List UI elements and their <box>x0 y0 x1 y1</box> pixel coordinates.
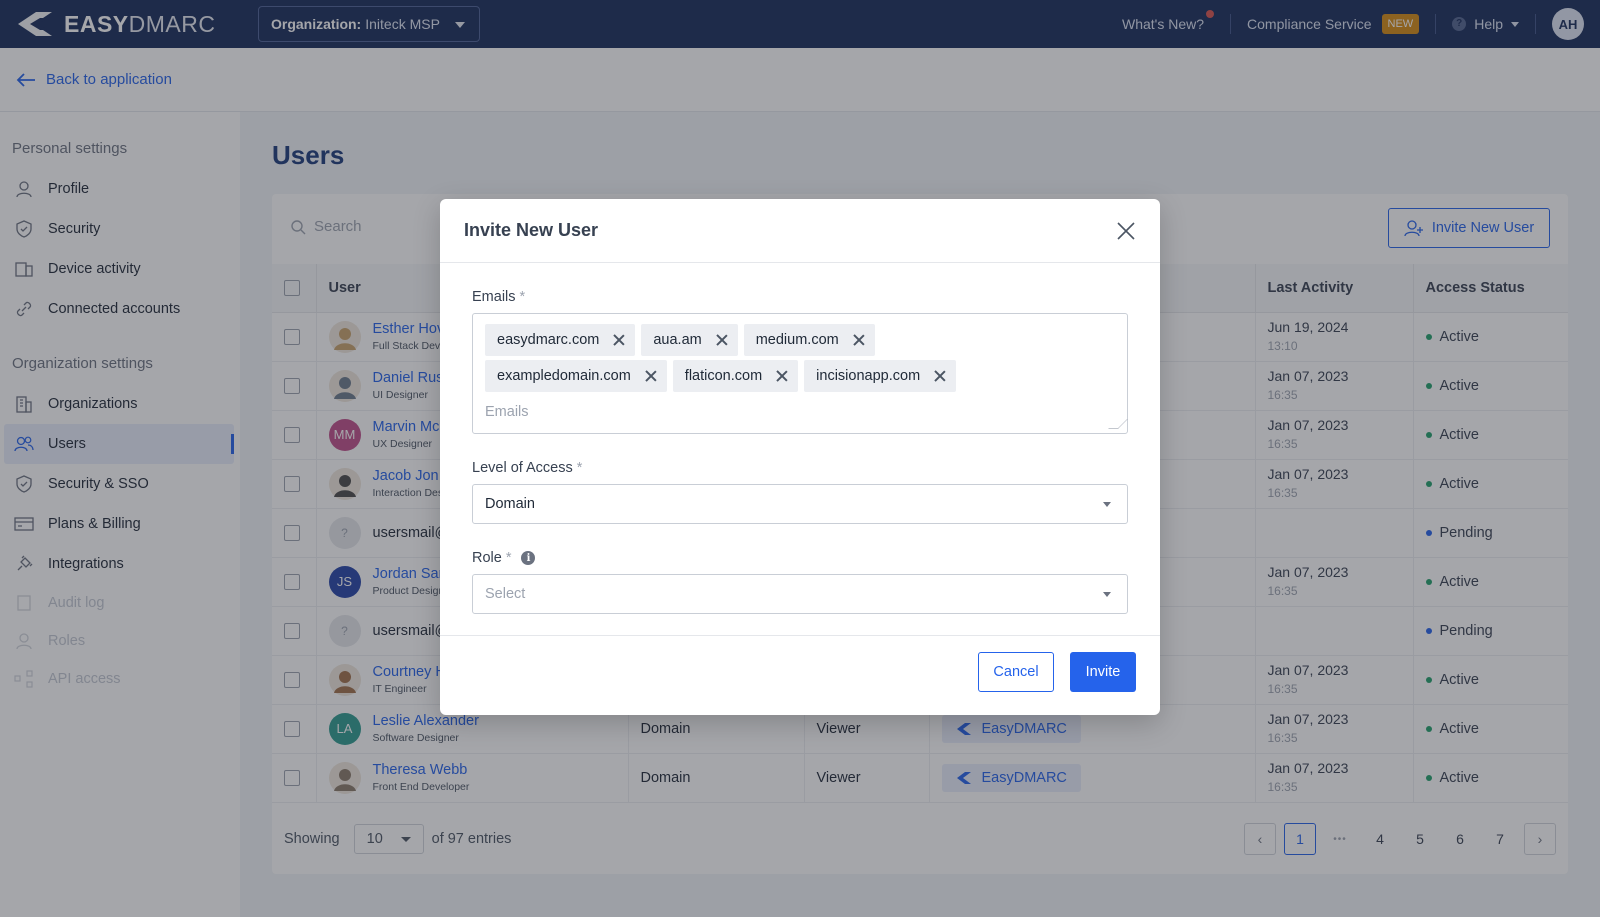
email-tag: incisionapp.com <box>804 360 957 392</box>
email-tag: easydmarc.com <box>485 324 636 356</box>
level-label-text: Level of Access <box>472 460 573 476</box>
close-icon[interactable] <box>1114 219 1138 243</box>
required-mark: * <box>576 460 583 476</box>
emails-tag-input[interactable]: easydmarc.com aua.am medium.com exampledoma… <box>472 313 1128 434</box>
emails-label-text: Emails <box>472 289 516 305</box>
role-label: Role * i <box>472 550 1128 566</box>
remove-tag-close-icon[interactable] <box>716 334 728 346</box>
email-tag-label: medium.com <box>755 332 839 348</box>
required-mark: * <box>519 289 526 305</box>
email-tag-label: exampledomain.com <box>497 368 631 384</box>
emails-input[interactable]: Emails <box>485 404 1115 420</box>
modal-footer: Cancel Invite <box>440 635 1160 715</box>
modal-title: Invite New User <box>464 220 599 240</box>
role-label-text: Role <box>472 550 502 566</box>
remove-tag-close-icon[interactable] <box>645 370 657 382</box>
modal-header: Invite New User <box>440 199 1160 263</box>
invite-user-modal: Invite New User Emails * easydmarc.com au… <box>440 199 1160 715</box>
email-tag-label: flaticon.com <box>684 368 763 384</box>
chevron-down-icon <box>1103 502 1111 507</box>
chevron-down-icon <box>1103 592 1111 597</box>
level-value: Domain <box>485 496 535 512</box>
email-tag: medium.com <box>743 324 875 356</box>
invite-button[interactable]: Invite <box>1070 652 1136 692</box>
email-tag-label: aua.am <box>653 332 702 348</box>
role-placeholder: Select <box>485 586 526 602</box>
email-tag-label: easydmarc.com <box>497 332 600 348</box>
modal-body: Emails * easydmarc.com aua.am medium.com ex… <box>440 263 1160 614</box>
remove-tag-close-icon[interactable] <box>853 334 865 346</box>
email-tag: flaticon.com <box>672 360 799 392</box>
cancel-button[interactable]: Cancel <box>978 652 1054 692</box>
email-tags: easydmarc.com aua.am medium.com exampledoma… <box>485 324 1005 392</box>
role-select[interactable]: Select <box>472 574 1128 614</box>
required-mark: * <box>505 550 512 566</box>
level-of-access-select[interactable]: Domain <box>472 484 1128 524</box>
remove-tag-close-icon[interactable] <box>776 370 788 382</box>
resize-handle-icon[interactable] <box>1108 419 1128 429</box>
remove-tag-close-icon[interactable] <box>613 334 625 346</box>
level-of-access-label: Level of Access * <box>472 460 1128 476</box>
remove-tag-close-icon[interactable] <box>934 370 946 382</box>
emails-label: Emails * <box>472 289 1128 305</box>
info-icon[interactable]: i <box>521 551 536 565</box>
email-tag: aua.am <box>641 324 738 356</box>
email-tag: exampledomain.com <box>485 360 667 392</box>
email-tag-label: incisionapp.com <box>816 368 921 384</box>
